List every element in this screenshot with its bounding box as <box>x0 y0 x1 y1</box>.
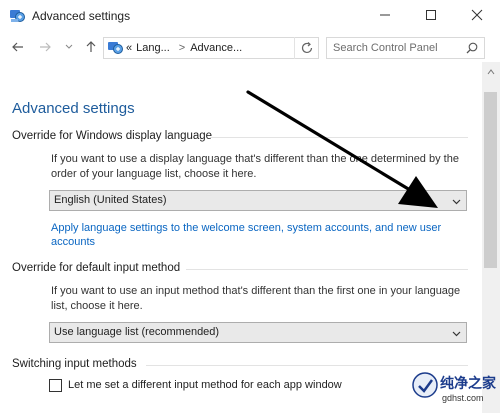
input-method-description: If you want to use an input method that'… <box>51 285 461 312</box>
per-app-input-method-label[interactable]: Let me set a different input method for … <box>68 379 342 391</box>
display-language-value: English (United States) <box>54 194 167 206</box>
control-panel-icon <box>108 42 123 54</box>
maximize-button[interactable] <box>408 0 454 30</box>
control-panel-icon <box>10 10 25 22</box>
watermark-title: 纯净之家 <box>440 375 496 391</box>
apply-language-settings-link[interactable]: Apply language settings to the welcome s… <box>51 221 471 249</box>
display-language-heading: Override for Windows display language <box>12 130 213 142</box>
breadcrumb-item-advanced[interactable]: Advance... <box>190 42 242 54</box>
chevron-down-icon <box>452 199 461 205</box>
window-title: Advanced settings <box>32 9 131 23</box>
section-divider <box>210 137 468 138</box>
breadcrumb: « Lang... > Advance... <box>126 42 246 54</box>
up-button[interactable] <box>82 38 100 56</box>
vertical-scrollbar[interactable] <box>482 62 500 413</box>
input-method-heading: Override for default input method <box>12 262 181 274</box>
watermark-url: gdhst.com <box>442 393 484 403</box>
refresh-icon <box>301 42 313 54</box>
minimize-icon <box>380 14 390 16</box>
input-method-select[interactable]: Use language list (recommended) <box>49 322 467 343</box>
watermark: 纯净之家 gdhst.com <box>412 368 500 413</box>
site-logo-icon <box>412 372 438 398</box>
back-button[interactable] <box>9 38 27 56</box>
recent-locations-button[interactable] <box>60 38 78 56</box>
refresh-button[interactable] <box>294 37 318 59</box>
display-language-select[interactable]: English (United States) <box>49 190 467 211</box>
close-button[interactable] <box>454 0 500 30</box>
search-icon[interactable] <box>466 42 478 54</box>
breadcrumb-overflow[interactable]: « <box>126 42 132 54</box>
per-app-input-method-checkbox[interactable] <box>49 379 62 392</box>
switching-input-heading: Switching input methods <box>12 358 137 370</box>
title-bar: Advanced settings <box>0 0 500 32</box>
breadcrumb-separator: > <box>178 42 186 54</box>
navigation-bar: « Lang... > Advance... Search Control Panel <box>0 32 500 62</box>
main-content: Advanced settings Override for Windows d… <box>0 62 482 413</box>
page-title: Advanced settings <box>12 100 135 117</box>
minimize-button[interactable] <box>362 0 408 30</box>
arrow-right-icon <box>40 42 51 52</box>
chevron-down-icon <box>452 331 461 337</box>
close-icon <box>471 9 483 21</box>
display-language-description: If you want to use a display language th… <box>51 153 459 180</box>
breadcrumb-item-language[interactable]: Lang... <box>136 42 170 54</box>
scrollbar-thumb[interactable] <box>484 92 497 268</box>
chevron-down-icon <box>65 44 73 49</box>
section-divider <box>146 365 468 366</box>
scroll-up-icon[interactable] <box>487 69 495 75</box>
address-bar[interactable]: « Lang... > Advance... <box>103 37 387 59</box>
maximize-icon <box>426 10 436 20</box>
arrow-left-icon <box>12 42 23 52</box>
search-placeholder: Search Control Panel <box>333 42 438 54</box>
forward-button[interactable] <box>36 38 54 56</box>
input-method-value: Use language list (recommended) <box>54 326 220 338</box>
search-input[interactable]: Search Control Panel <box>326 37 485 59</box>
section-divider <box>186 269 468 270</box>
arrow-up-icon <box>86 41 96 52</box>
